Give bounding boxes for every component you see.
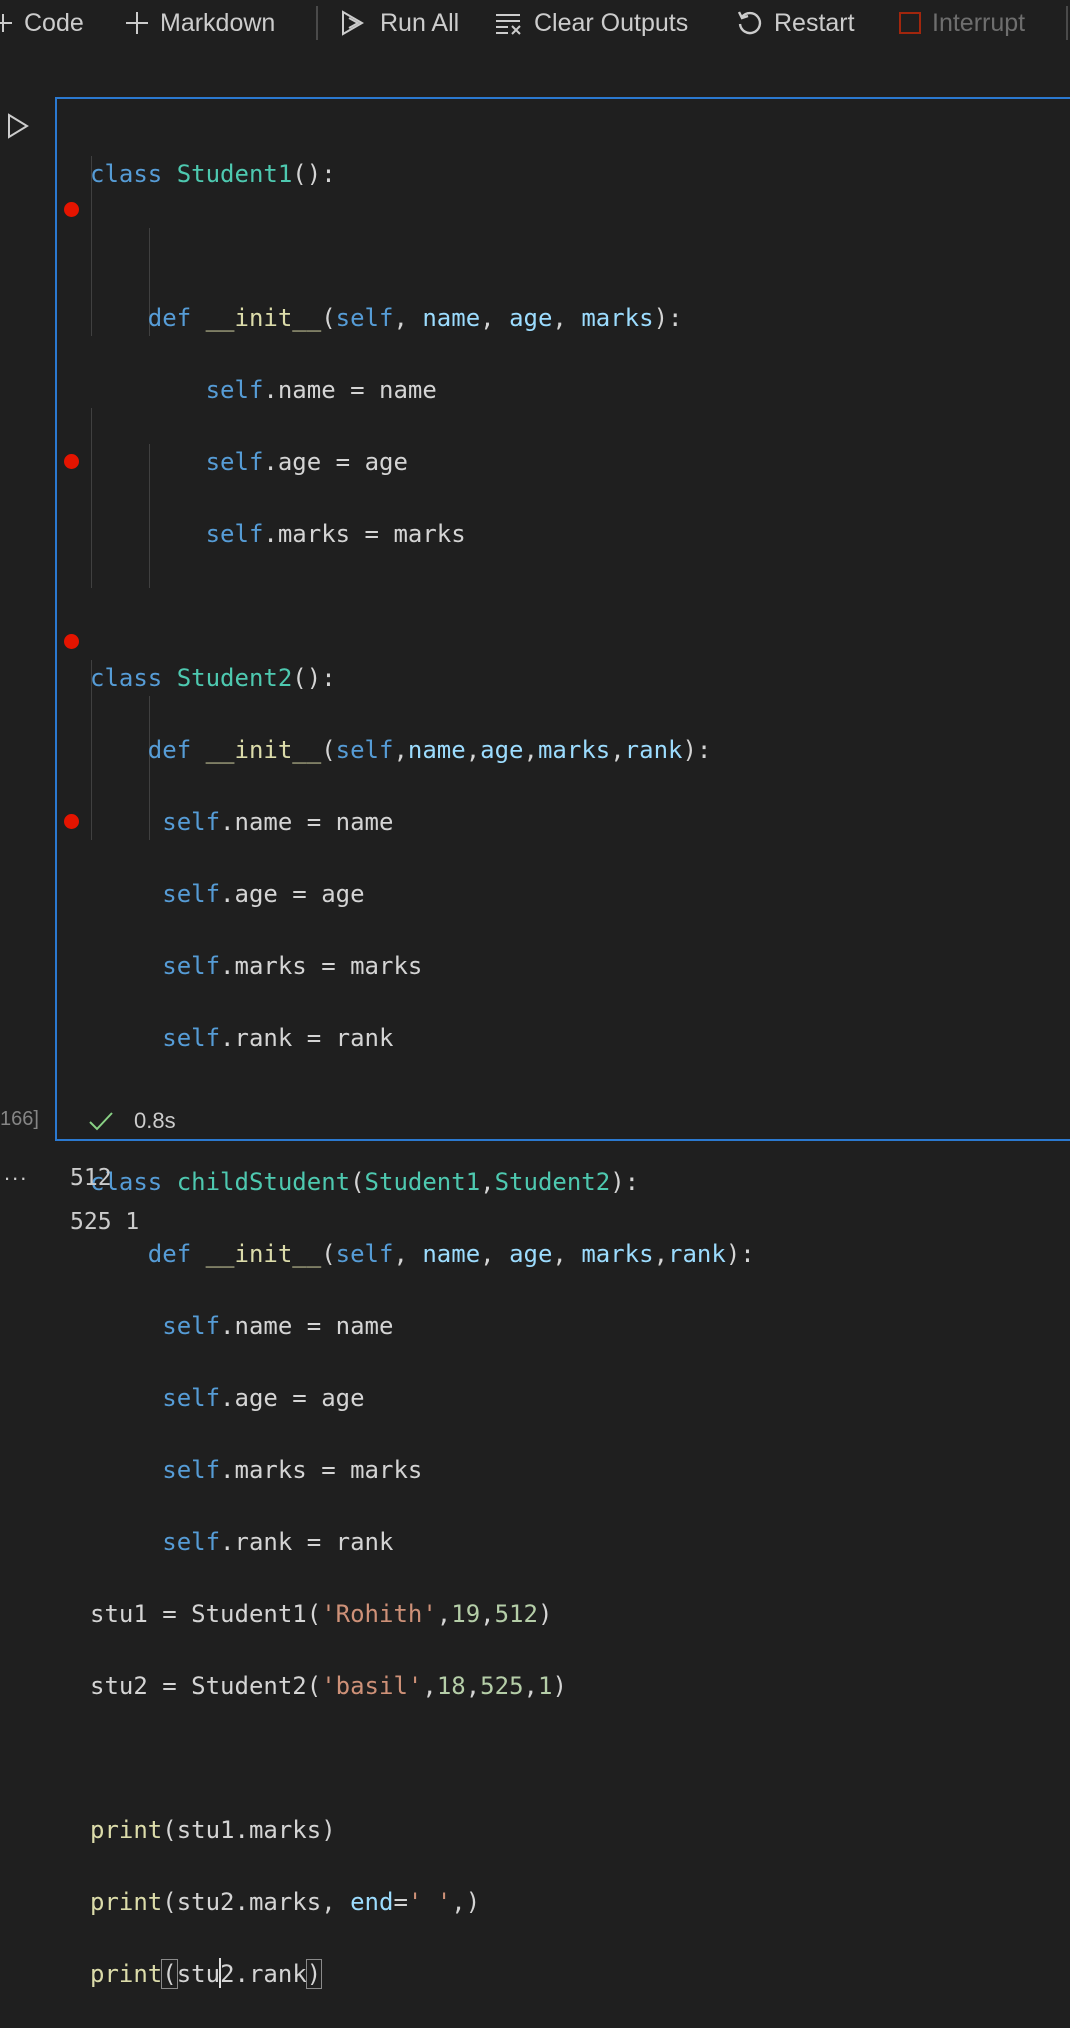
run-cell-button[interactable] xyxy=(6,112,30,145)
run-all-icon xyxy=(342,10,364,36)
run-all-label: Run All xyxy=(380,8,460,37)
code-line: stu1 = Student1('Rohith',19,512) xyxy=(90,1600,553,1628)
breakpoint-icon[interactable] xyxy=(64,454,79,469)
clear-outputs-button[interactable]: Clear Outputs xyxy=(494,6,688,40)
code-line: class Student2(): xyxy=(90,664,336,692)
breakpoint-icon[interactable] xyxy=(64,634,79,649)
code-line: self.rank = rank xyxy=(162,1024,394,1052)
code-line: print(stu1.marks) xyxy=(90,1816,336,1844)
execution-count: 166] xyxy=(0,1108,39,1130)
check-icon xyxy=(89,1112,113,1131)
toolbar-divider xyxy=(1066,6,1068,40)
text-cursor xyxy=(219,1958,222,1988)
code-line: self.name = name xyxy=(162,808,394,836)
restart-icon xyxy=(737,11,762,35)
clear-outputs-label: Clear Outputs xyxy=(534,8,689,37)
play-icon xyxy=(8,113,29,139)
code-line: self.rank = rank xyxy=(162,1528,394,1556)
output-line: 512 xyxy=(70,1165,112,1191)
restart-label: Restart xyxy=(774,8,855,37)
toolbar-divider xyxy=(316,6,318,40)
breakpoint-icon[interactable] xyxy=(64,814,79,829)
code-line: print(stu2.rank) xyxy=(90,1958,323,1989)
output-menu-icon[interactable]: ... xyxy=(4,1160,28,1186)
interrupt-button[interactable]: Interrupt xyxy=(898,6,1025,40)
code-line: self.name = name xyxy=(205,376,437,404)
code-editor[interactable]: class Student1(): def __init__(self, nam… xyxy=(90,120,755,2028)
breakpoint-icon[interactable] xyxy=(64,202,79,217)
cell-output: 512 525 1 xyxy=(70,1156,139,1244)
plus-icon xyxy=(126,12,148,34)
code-line: def __init__(self, name, age, marks,rank… xyxy=(147,1240,755,1268)
code-line: class Student1(): xyxy=(90,160,336,188)
output-line: 525 1 xyxy=(70,1209,140,1235)
code-line: self.age = age xyxy=(162,880,365,908)
code-line: class childStudent(Student1,Student2): xyxy=(90,1168,640,1196)
code-line: self.age = age xyxy=(162,1384,365,1412)
markdown-label: Markdown xyxy=(160,8,276,37)
code-line: def __init__(self, name, age, marks): xyxy=(147,304,683,332)
code-line: self.name = name xyxy=(162,1312,394,1340)
code-line: def __init__(self,name,age,marks,rank): xyxy=(147,736,712,764)
execution-time: 0.8s xyxy=(134,1108,176,1133)
code-line: stu2 = Student2('basil',18,525,1) xyxy=(90,1672,567,1700)
plus-icon xyxy=(0,14,12,32)
notebook-toolbar: Code Markdown Run All Clear Outputs Rest… xyxy=(0,0,1070,46)
add-markdown-cell-button[interactable]: Markdown xyxy=(124,6,275,40)
restart-button[interactable]: Restart xyxy=(736,6,855,40)
code-label: Code xyxy=(24,8,84,37)
stop-icon xyxy=(899,12,921,34)
cell-status: 0.8s xyxy=(88,1108,176,1134)
code-line: self.marks = marks xyxy=(205,520,466,548)
interrupt-label: Interrupt xyxy=(932,8,1026,37)
run-all-button[interactable]: Run All xyxy=(340,6,459,40)
code-line: self.marks = marks xyxy=(162,1456,423,1484)
add-code-cell-button[interactable]: Code xyxy=(0,6,84,40)
code-line: self.age = age xyxy=(205,448,408,476)
code-line: print(stu2.marks, end=' ',) xyxy=(90,1888,481,1916)
clear-outputs-icon xyxy=(496,14,521,35)
code-line: self.marks = marks xyxy=(162,952,423,980)
